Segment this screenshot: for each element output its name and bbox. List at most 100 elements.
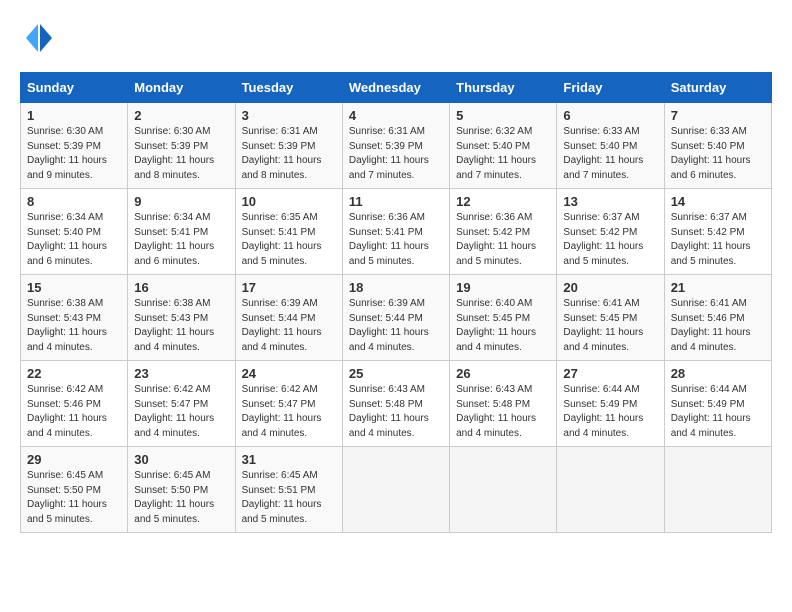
cell-info: Sunrise: 6:42 AMSunset: 5:47 PMDaylight:… — [134, 384, 214, 439]
cell-info: Sunrise: 6:30 AMSunset: 5:39 PMDaylight:… — [27, 126, 107, 181]
calendar-cell: 2 Sunrise: 6:30 AMSunset: 5:39 PMDayligh… — [128, 103, 235, 189]
day-number: 27 — [563, 366, 657, 381]
logo — [20, 20, 62, 56]
day-number: 31 — [242, 452, 336, 467]
calendar-cell: 7 Sunrise: 6:33 AMSunset: 5:40 PMDayligh… — [664, 103, 771, 189]
day-number: 25 — [349, 366, 443, 381]
cell-info: Sunrise: 6:36 AMSunset: 5:41 PMDaylight:… — [349, 212, 429, 267]
calendar-cell: 5 Sunrise: 6:32 AMSunset: 5:40 PMDayligh… — [450, 103, 557, 189]
day-number: 5 — [456, 108, 550, 123]
calendar-cell — [664, 447, 771, 533]
calendar-cell: 16 Sunrise: 6:38 AMSunset: 5:43 PMDaylig… — [128, 275, 235, 361]
cell-info: Sunrise: 6:31 AMSunset: 5:39 PMDaylight:… — [242, 126, 322, 181]
calendar-cell: 1 Sunrise: 6:30 AMSunset: 5:39 PMDayligh… — [21, 103, 128, 189]
day-number: 12 — [456, 194, 550, 209]
cell-info: Sunrise: 6:43 AMSunset: 5:48 PMDaylight:… — [349, 384, 429, 439]
day-number: 1 — [27, 108, 121, 123]
cell-info: Sunrise: 6:45 AMSunset: 5:50 PMDaylight:… — [134, 470, 214, 525]
day-number: 8 — [27, 194, 121, 209]
cell-info: Sunrise: 6:45 AMSunset: 5:51 PMDaylight:… — [242, 470, 322, 525]
cell-info: Sunrise: 6:41 AMSunset: 5:46 PMDaylight:… — [671, 298, 751, 353]
day-number: 21 — [671, 280, 765, 295]
calendar-cell — [342, 447, 449, 533]
cell-info: Sunrise: 6:30 AMSunset: 5:39 PMDaylight:… — [134, 126, 214, 181]
cell-info: Sunrise: 6:34 AMSunset: 5:40 PMDaylight:… — [27, 212, 107, 267]
calendar-cell: 8 Sunrise: 6:34 AMSunset: 5:40 PMDayligh… — [21, 189, 128, 275]
day-number: 17 — [242, 280, 336, 295]
col-header-sunday: Sunday — [21, 73, 128, 103]
col-header-monday: Monday — [128, 73, 235, 103]
col-header-friday: Friday — [557, 73, 664, 103]
day-number: 26 — [456, 366, 550, 381]
calendar-cell: 17 Sunrise: 6:39 AMSunset: 5:44 PMDaylig… — [235, 275, 342, 361]
calendar-cell: 30 Sunrise: 6:45 AMSunset: 5:50 PMDaylig… — [128, 447, 235, 533]
day-number: 18 — [349, 280, 443, 295]
cell-info: Sunrise: 6:44 AMSunset: 5:49 PMDaylight:… — [671, 384, 751, 439]
calendar-cell — [450, 447, 557, 533]
calendar-cell: 25 Sunrise: 6:43 AMSunset: 5:48 PMDaylig… — [342, 361, 449, 447]
calendar-cell: 14 Sunrise: 6:37 AMSunset: 5:42 PMDaylig… — [664, 189, 771, 275]
col-header-tuesday: Tuesday — [235, 73, 342, 103]
day-number: 3 — [242, 108, 336, 123]
calendar-cell: 20 Sunrise: 6:41 AMSunset: 5:45 PMDaylig… — [557, 275, 664, 361]
calendar-cell — [557, 447, 664, 533]
day-number: 11 — [349, 194, 443, 209]
logo-icon — [20, 20, 56, 56]
calendar-cell: 26 Sunrise: 6:43 AMSunset: 5:48 PMDaylig… — [450, 361, 557, 447]
page-header — [20, 20, 772, 56]
cell-info: Sunrise: 6:38 AMSunset: 5:43 PMDaylight:… — [27, 298, 107, 353]
cell-info: Sunrise: 6:33 AMSunset: 5:40 PMDaylight:… — [671, 126, 751, 181]
col-header-thursday: Thursday — [450, 73, 557, 103]
cell-info: Sunrise: 6:42 AMSunset: 5:46 PMDaylight:… — [27, 384, 107, 439]
calendar-cell: 6 Sunrise: 6:33 AMSunset: 5:40 PMDayligh… — [557, 103, 664, 189]
col-header-wednesday: Wednesday — [342, 73, 449, 103]
calendar-cell: 28 Sunrise: 6:44 AMSunset: 5:49 PMDaylig… — [664, 361, 771, 447]
day-number: 2 — [134, 108, 228, 123]
cell-info: Sunrise: 6:38 AMSunset: 5:43 PMDaylight:… — [134, 298, 214, 353]
day-number: 14 — [671, 194, 765, 209]
day-number: 28 — [671, 366, 765, 381]
calendar-cell: 9 Sunrise: 6:34 AMSunset: 5:41 PMDayligh… — [128, 189, 235, 275]
cell-info: Sunrise: 6:33 AMSunset: 5:40 PMDaylight:… — [563, 126, 643, 181]
day-number: 23 — [134, 366, 228, 381]
day-number: 30 — [134, 452, 228, 467]
calendar-cell: 19 Sunrise: 6:40 AMSunset: 5:45 PMDaylig… — [450, 275, 557, 361]
calendar-cell: 13 Sunrise: 6:37 AMSunset: 5:42 PMDaylig… — [557, 189, 664, 275]
calendar-cell: 11 Sunrise: 6:36 AMSunset: 5:41 PMDaylig… — [342, 189, 449, 275]
day-number: 7 — [671, 108, 765, 123]
calendar-cell: 10 Sunrise: 6:35 AMSunset: 5:41 PMDaylig… — [235, 189, 342, 275]
calendar-cell: 23 Sunrise: 6:42 AMSunset: 5:47 PMDaylig… — [128, 361, 235, 447]
day-number: 13 — [563, 194, 657, 209]
calendar-cell: 15 Sunrise: 6:38 AMSunset: 5:43 PMDaylig… — [21, 275, 128, 361]
cell-info: Sunrise: 6:41 AMSunset: 5:45 PMDaylight:… — [563, 298, 643, 353]
cell-info: Sunrise: 6:42 AMSunset: 5:47 PMDaylight:… — [242, 384, 322, 439]
day-number: 9 — [134, 194, 228, 209]
day-number: 19 — [456, 280, 550, 295]
calendar-cell: 3 Sunrise: 6:31 AMSunset: 5:39 PMDayligh… — [235, 103, 342, 189]
calendar-cell: 22 Sunrise: 6:42 AMSunset: 5:46 PMDaylig… — [21, 361, 128, 447]
day-number: 6 — [563, 108, 657, 123]
cell-info: Sunrise: 6:32 AMSunset: 5:40 PMDaylight:… — [456, 126, 536, 181]
day-number: 4 — [349, 108, 443, 123]
cell-info: Sunrise: 6:35 AMSunset: 5:41 PMDaylight:… — [242, 212, 322, 267]
calendar-cell: 24 Sunrise: 6:42 AMSunset: 5:47 PMDaylig… — [235, 361, 342, 447]
cell-info: Sunrise: 6:37 AMSunset: 5:42 PMDaylight:… — [563, 212, 643, 267]
day-number: 20 — [563, 280, 657, 295]
calendar-table: SundayMondayTuesdayWednesdayThursdayFrid… — [20, 72, 772, 533]
cell-info: Sunrise: 6:39 AMSunset: 5:44 PMDaylight:… — [349, 298, 429, 353]
cell-info: Sunrise: 6:34 AMSunset: 5:41 PMDaylight:… — [134, 212, 214, 267]
cell-info: Sunrise: 6:36 AMSunset: 5:42 PMDaylight:… — [456, 212, 536, 267]
calendar-cell: 12 Sunrise: 6:36 AMSunset: 5:42 PMDaylig… — [450, 189, 557, 275]
day-number: 22 — [27, 366, 121, 381]
calendar-cell: 18 Sunrise: 6:39 AMSunset: 5:44 PMDaylig… — [342, 275, 449, 361]
cell-info: Sunrise: 6:31 AMSunset: 5:39 PMDaylight:… — [349, 126, 429, 181]
day-number: 10 — [242, 194, 336, 209]
col-header-saturday: Saturday — [664, 73, 771, 103]
calendar-cell: 27 Sunrise: 6:44 AMSunset: 5:49 PMDaylig… — [557, 361, 664, 447]
cell-info: Sunrise: 6:40 AMSunset: 5:45 PMDaylight:… — [456, 298, 536, 353]
calendar-cell: 21 Sunrise: 6:41 AMSunset: 5:46 PMDaylig… — [664, 275, 771, 361]
cell-info: Sunrise: 6:37 AMSunset: 5:42 PMDaylight:… — [671, 212, 751, 267]
calendar-cell: 4 Sunrise: 6:31 AMSunset: 5:39 PMDayligh… — [342, 103, 449, 189]
cell-info: Sunrise: 6:45 AMSunset: 5:50 PMDaylight:… — [27, 470, 107, 525]
cell-info: Sunrise: 6:44 AMSunset: 5:49 PMDaylight:… — [563, 384, 643, 439]
